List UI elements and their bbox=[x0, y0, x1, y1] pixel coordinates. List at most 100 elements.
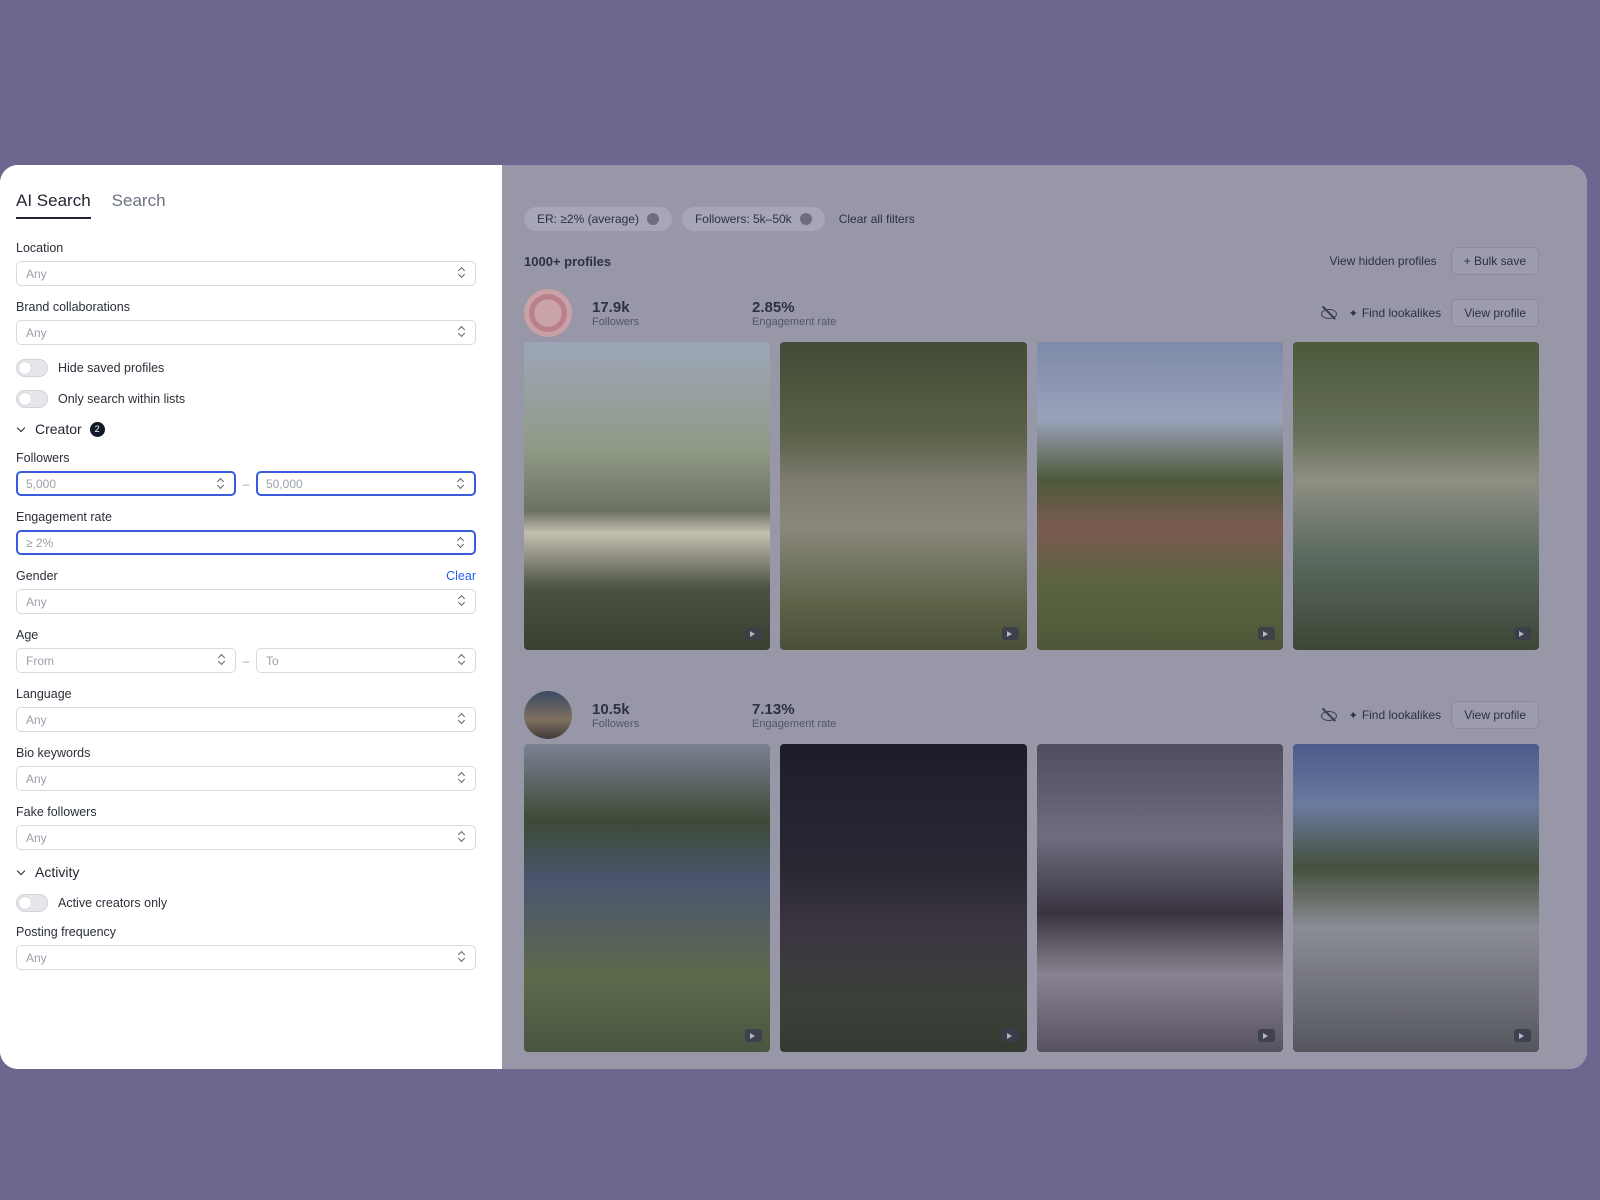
engagement-rate-label: Engagement rate bbox=[752, 315, 837, 328]
only-lists-label: Only search within lists bbox=[58, 392, 186, 406]
post-grid bbox=[524, 342, 1539, 650]
sparkle-icon: ✦ bbox=[1348, 710, 1358, 722]
brand-collaborations-select[interactable]: Any bbox=[16, 320, 476, 345]
filter-chip-er[interactable]: ER: ≥2% (average) bbox=[524, 207, 672, 231]
chevron-updown-icon bbox=[217, 477, 225, 490]
age-from-select[interactable]: From bbox=[16, 648, 236, 673]
active-only-row: Active creators only bbox=[16, 894, 476, 912]
followers-min-value: 5,000 bbox=[26, 477, 57, 491]
search-tabs: AI Search Search bbox=[16, 191, 476, 219]
post-thumbnail[interactable] bbox=[524, 342, 771, 650]
engagement-rate-value: 2.85% bbox=[752, 298, 795, 316]
activity-section-label: Activity bbox=[35, 864, 80, 880]
active-only-toggle[interactable] bbox=[16, 894, 48, 912]
bio-keywords-label: Bio keywords bbox=[16, 746, 91, 760]
bulk-save-button[interactable]: + Bulk save bbox=[1450, 247, 1539, 275]
followers-label: Followers bbox=[16, 451, 70, 465]
tab-search[interactable]: Search bbox=[112, 191, 166, 219]
avatar[interactable] bbox=[524, 289, 572, 337]
chevron-updown-icon bbox=[458, 771, 466, 784]
only-lists-row: Only search within lists bbox=[16, 390, 476, 408]
remove-filter-icon[interactable] bbox=[799, 213, 812, 225]
creator-section-label: Creator bbox=[35, 421, 82, 437]
location-value: Any bbox=[26, 267, 47, 281]
only-lists-toggle[interactable] bbox=[16, 390, 48, 408]
location-label: Location bbox=[16, 241, 64, 255]
post-thumbnail[interactable] bbox=[780, 342, 1027, 650]
clear-all-filters-link[interactable]: Clear all filters bbox=[839, 212, 915, 226]
followers-label: Followers bbox=[592, 717, 640, 730]
avatar[interactable] bbox=[524, 691, 572, 739]
results-panel: ER: ≥2% (average) Followers: 5k–50k Clea… bbox=[502, 165, 1587, 1069]
hide-saved-toggle[interactable] bbox=[16, 359, 48, 377]
age-to-select[interactable]: To bbox=[256, 648, 476, 673]
age-to-value: To bbox=[266, 654, 279, 668]
video-icon bbox=[1257, 1029, 1275, 1042]
view-profile-button[interactable]: View profile bbox=[1451, 299, 1539, 327]
post-thumbnail[interactable] bbox=[1036, 744, 1283, 1052]
active-only-label: Active creators only bbox=[58, 896, 168, 910]
bio-keywords-value: Any bbox=[26, 772, 47, 786]
chevron-updown-icon bbox=[458, 594, 466, 607]
followers-max-input[interactable]: 50,000 bbox=[256, 471, 476, 496]
post-thumbnail[interactable] bbox=[1292, 744, 1539, 1052]
followers-min-input[interactable]: 5,000 bbox=[16, 471, 236, 496]
language-select[interactable]: Any bbox=[16, 707, 476, 732]
post-thumbnail[interactable] bbox=[524, 744, 771, 1052]
age-filter: Age From – To bbox=[16, 628, 476, 673]
tab-ai-search[interactable]: AI Search bbox=[16, 191, 91, 219]
fake-followers-label: Fake followers bbox=[16, 805, 97, 819]
activity-section-header[interactable]: Activity bbox=[16, 864, 476, 880]
find-lookalikes-button[interactable]: ✦ Find lookalikes bbox=[1349, 306, 1442, 320]
language-filter: Language Any bbox=[16, 687, 476, 732]
location-select[interactable]: Any bbox=[16, 261, 476, 286]
video-icon bbox=[1257, 627, 1275, 640]
posting-frequency-select[interactable]: Any bbox=[16, 945, 476, 970]
chevron-updown-icon bbox=[458, 830, 466, 843]
followers-stat: 17.9k Followers bbox=[592, 299, 732, 328]
video-icon bbox=[1001, 627, 1019, 640]
post-thumbnail[interactable] bbox=[780, 744, 1027, 1052]
eye-off-icon[interactable] bbox=[1319, 305, 1339, 321]
results-bar: 1000+ profiles View hidden profiles + Bu… bbox=[524, 247, 1539, 275]
chevron-updown-icon bbox=[457, 477, 465, 490]
results-count: 1000+ profiles bbox=[524, 253, 612, 269]
gender-value: Any bbox=[26, 595, 47, 609]
chevron-updown-icon bbox=[457, 536, 465, 549]
fake-followers-value: Any bbox=[26, 831, 47, 845]
engagement-rate-value: 7.13% bbox=[752, 700, 795, 718]
brand-collaborations-value: Any bbox=[26, 326, 47, 340]
language-label: Language bbox=[16, 687, 72, 701]
fake-followers-select[interactable]: Any bbox=[16, 825, 476, 850]
view-profile-button[interactable]: View profile bbox=[1451, 701, 1539, 729]
age-from-value: From bbox=[26, 654, 54, 668]
engagement-rate-filter: Engagement rate ≥ 2% bbox=[16, 510, 476, 555]
chevron-updown-icon bbox=[458, 653, 466, 666]
engagement-rate-label: Engagement rate bbox=[16, 510, 112, 524]
age-label: Age bbox=[16, 628, 39, 642]
view-hidden-profiles-link[interactable]: View hidden profiles bbox=[1329, 254, 1436, 268]
followers-stat: 10.5k Followers bbox=[592, 701, 732, 730]
profile-card: 17.9k Followers 2.85% Engagement rate ✦ F… bbox=[524, 288, 1539, 650]
gender-label: Gender bbox=[16, 569, 58, 583]
filter-chip-label: Followers: 5k–50k bbox=[694, 212, 792, 226]
app-window: AI Search Search Location Any Brand coll… bbox=[0, 165, 1587, 1069]
post-thumbnail[interactable] bbox=[1292, 342, 1539, 650]
followers-label: Followers bbox=[592, 315, 640, 328]
gender-filter: Gender Clear Any bbox=[16, 569, 476, 614]
gender-clear-link[interactable]: Clear bbox=[446, 569, 476, 583]
bio-keywords-select[interactable]: Any bbox=[16, 766, 476, 791]
gender-select[interactable]: Any bbox=[16, 589, 476, 614]
eye-off-icon[interactable] bbox=[1319, 707, 1339, 723]
find-lookalikes-button[interactable]: ✦ Find lookalikes bbox=[1349, 708, 1442, 722]
posting-frequency-value: Any bbox=[26, 951, 47, 965]
post-thumbnail[interactable] bbox=[1036, 342, 1283, 650]
creator-section-header[interactable]: Creator 2 bbox=[16, 421, 476, 437]
chevron-updown-icon bbox=[458, 712, 466, 725]
remove-filter-icon[interactable] bbox=[646, 213, 659, 225]
fake-followers-filter: Fake followers Any bbox=[16, 805, 476, 850]
profile-card: 10.5k Followers 7.13% Engagement rate ✦ F… bbox=[524, 690, 1539, 1052]
filter-chip-followers[interactable]: Followers: 5k–50k bbox=[681, 207, 825, 231]
chevron-updown-icon bbox=[218, 653, 226, 666]
engagement-rate-select[interactable]: ≥ 2% bbox=[16, 530, 476, 555]
